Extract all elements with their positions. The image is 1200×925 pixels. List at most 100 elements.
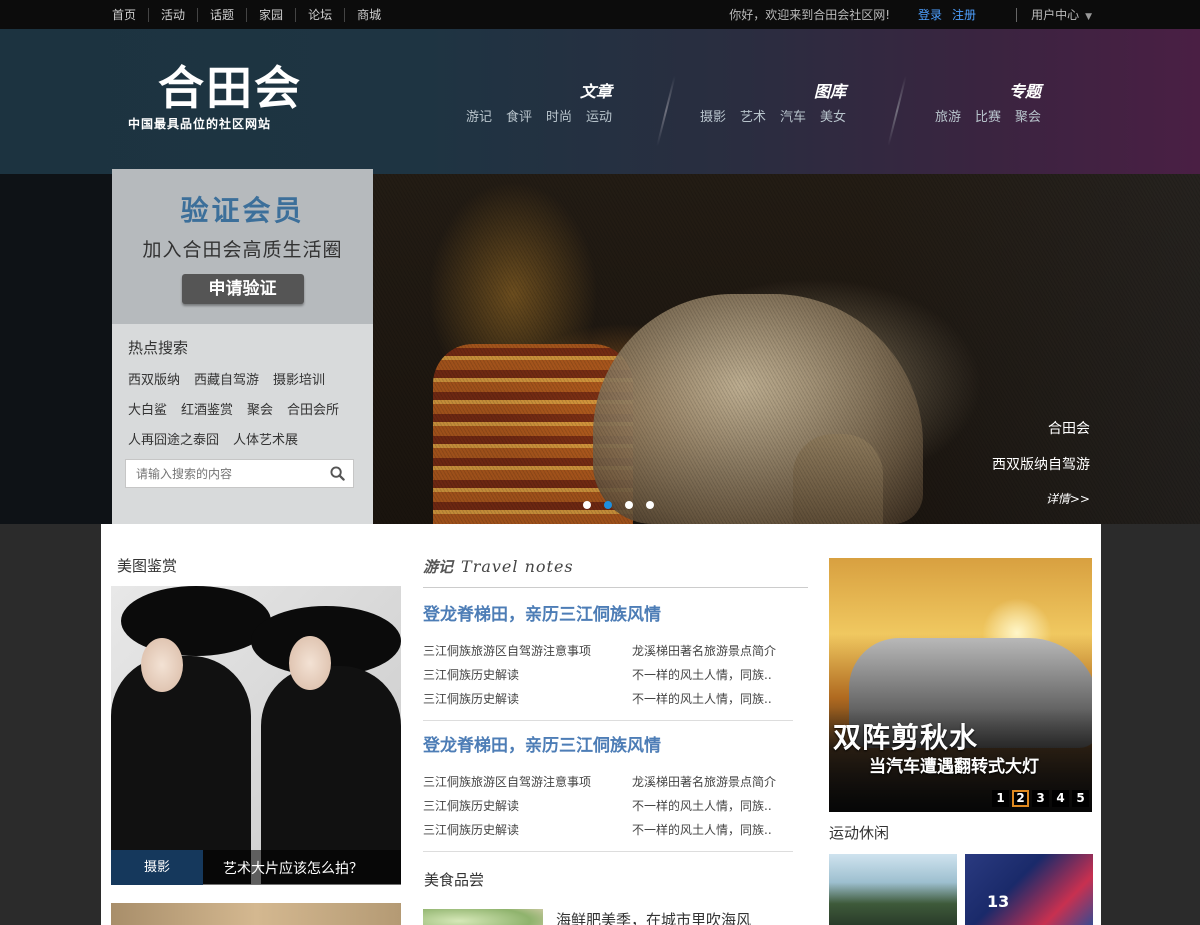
search-input[interactable] bbox=[126, 460, 316, 487]
site-header: 合田会 中国最具品位的社区网站 文章 游记 食评 时尚 运动 图库 摄影 艺术 … bbox=[0, 29, 1200, 174]
slide-dot[interactable] bbox=[625, 501, 633, 509]
nav-divider bbox=[887, 76, 907, 146]
article-link[interactable]: 三江侗族历史解读 bbox=[423, 666, 519, 683]
nav-link-fashion[interactable]: 时尚 bbox=[546, 106, 572, 125]
article-link[interactable]: 不一样的风土人情，同族.. bbox=[632, 690, 772, 707]
food-section-title: 美食品尝 bbox=[424, 871, 485, 889]
pager-button-active[interactable]: 2 bbox=[1012, 790, 1029, 807]
top-nav-events[interactable]: 活动 bbox=[148, 7, 197, 22]
slide-dot[interactable] bbox=[646, 501, 654, 509]
slide-dot-active[interactable] bbox=[604, 501, 612, 509]
sports-thumbnail[interactable]: 13 bbox=[965, 854, 1093, 925]
apply-verification-button[interactable]: 申请验证 bbox=[181, 274, 304, 304]
sports-section-title: 运动休闲 bbox=[829, 824, 890, 842]
top-nav-topics[interactable]: 话题 bbox=[197, 7, 246, 22]
list-item: 三江侗族历史解读 不一样的风土人情，同族.. bbox=[423, 821, 793, 845]
nav-link-contests[interactable]: 比赛 bbox=[975, 106, 1001, 125]
hero-slide-dots bbox=[583, 501, 654, 509]
top-nav-home-garden[interactable]: 家园 bbox=[246, 7, 295, 22]
hot-search-link[interactable]: 聚会 bbox=[247, 399, 273, 418]
pager-button[interactable]: 5 bbox=[1072, 790, 1089, 807]
hero-caption-subtitle: 西双版纳自驾游 bbox=[992, 457, 1090, 473]
article-link[interactable]: 不一样的风土人情，同族.. bbox=[632, 797, 772, 814]
top-nav-shop[interactable]: 商城 bbox=[344, 7, 393, 22]
hot-search-link[interactable]: 摄影培训 bbox=[273, 369, 325, 388]
top-nav-home[interactable]: 首页 bbox=[100, 8, 148, 22]
beauty-section-title: 美图鉴赏 bbox=[117, 557, 178, 575]
hot-search-link[interactable]: 西藏自驾游 bbox=[194, 369, 259, 388]
car-feature-image[interactable]: 双阵剪秋水 当汽车遭遇翻转式大灯 bbox=[829, 558, 1092, 812]
nav-link-gatherings[interactable]: 聚会 bbox=[1015, 106, 1041, 125]
nav-group-title: 专题 bbox=[1009, 82, 1042, 101]
car-slide-pager: 1 2 3 4 5 bbox=[992, 790, 1089, 807]
nav-group-title: 文章 bbox=[580, 82, 613, 101]
car-subheadline: 当汽车遭遇翻转式大灯 bbox=[869, 757, 1039, 777]
nav-link-sports[interactable]: 运动 bbox=[586, 106, 612, 125]
login-link[interactable]: 登录 bbox=[918, 6, 942, 23]
hero-caption: 合田会 西双版纳自驾游 详情>> bbox=[992, 418, 1090, 507]
nav-divider bbox=[656, 76, 676, 146]
pager-button[interactable]: 1 bbox=[992, 790, 1009, 807]
nav-link-food-reviews[interactable]: 食评 bbox=[506, 106, 532, 125]
list-item: 三江侗族历史解读 不一样的风土人情，同族.. bbox=[423, 797, 793, 821]
beauty-feature-image[interactable] bbox=[111, 586, 401, 884]
hot-search-link[interactable]: 合田会所 bbox=[287, 399, 339, 418]
nav-link-photography[interactable]: 摄影 bbox=[700, 106, 726, 125]
article-link[interactable]: 三江侗族历史解读 bbox=[423, 797, 519, 814]
pager-button[interactable]: 3 bbox=[1032, 790, 1049, 807]
nav-link-travel-notes[interactable]: 游记 bbox=[466, 106, 492, 125]
article-links: 三江侗族旅游区自驾游注意事项 龙溪梯田著名旅游景点简介 三江侗族历史解读 不一样… bbox=[423, 773, 793, 845]
article-link[interactable]: 不一样的风土人情，同族.. bbox=[632, 666, 772, 683]
logo-tagline: 中国最具品位的社区网站 bbox=[128, 117, 272, 131]
nav-group-gallery: 图库 摄影 艺术 汽车 美女 bbox=[700, 78, 846, 125]
hero-banner: 验证会员 加入合田会高质生活圈 申请验证 热点搜索 西双版纳 西藏自驾游 摄影培… bbox=[0, 169, 1200, 524]
beauty-secondary-image[interactable] bbox=[111, 903, 401, 925]
hot-search-link[interactable]: 人再囧途之泰囧 bbox=[128, 429, 219, 448]
article-link[interactable]: 龙溪梯田著名旅游景点简介 bbox=[632, 773, 776, 790]
hot-search-link[interactable]: 西双版纳 bbox=[128, 369, 180, 388]
list-item: 三江侗族旅游区自驾游注意事项 龙溪梯田著名旅游景点简介 bbox=[423, 642, 793, 666]
category-tag[interactable]: 摄影 bbox=[111, 850, 203, 885]
verify-subtitle: 加入合田会高质生活圈 bbox=[142, 239, 343, 261]
article-headline[interactable]: 登龙脊梯田，亲历三江侗族风情 bbox=[423, 736, 661, 756]
user-center-menu[interactable]: 用户中心 ▼ bbox=[1031, 6, 1092, 23]
hero-details-link[interactable]: 详情>> bbox=[992, 490, 1090, 507]
nav-link-tourism[interactable]: 旅游 bbox=[935, 106, 961, 125]
article-link[interactable]: 三江侗族历史解读 bbox=[423, 821, 519, 838]
nav-link-beauty[interactable]: 美女 bbox=[820, 106, 846, 125]
article-headline[interactable]: 登龙脊梯田，亲历三江侗族风情 bbox=[423, 605, 661, 625]
register-link[interactable]: 注册 bbox=[952, 6, 976, 23]
article-link[interactable]: 不一样的风土人情，同族.. bbox=[632, 821, 772, 838]
search-icon[interactable] bbox=[330, 466, 345, 481]
hot-search-link[interactable]: 红酒鉴赏 bbox=[181, 399, 233, 418]
hot-search-title: 热点搜索 bbox=[128, 339, 189, 357]
article-link[interactable]: 龙溪梯田著名旅游景点简介 bbox=[632, 642, 776, 659]
hot-search-link[interactable]: 大白鲨 bbox=[128, 399, 167, 418]
pager-button[interactable]: 4 bbox=[1052, 790, 1069, 807]
article-link[interactable]: 三江侗族历史解读 bbox=[423, 690, 519, 707]
chevron-down-icon: ▼ bbox=[1085, 12, 1092, 22]
top-nav-forum[interactable]: 论坛 bbox=[295, 7, 344, 22]
beauty-caption-bar[interactable]: 摄影 艺术大片应该怎么拍？ bbox=[111, 850, 401, 885]
nav-group-title: 图库 bbox=[814, 82, 847, 101]
nav-link-art[interactable]: 艺术 bbox=[740, 106, 766, 125]
slide-dot[interactable] bbox=[583, 501, 591, 509]
image-detail bbox=[121, 586, 271, 656]
site-logo[interactable]: 合田会 中国最具品位的社区网站 bbox=[128, 62, 308, 132]
image-detail bbox=[289, 636, 331, 690]
hot-search-link[interactable]: 人体艺术展 bbox=[233, 429, 298, 448]
nav-link-cars[interactable]: 汽车 bbox=[780, 106, 806, 125]
verify-member-panel: 验证会员 加入合田会高质生活圈 申请验证 bbox=[112, 169, 373, 324]
article-links: 三江侗族旅游区自驾游注意事项 龙溪梯田著名旅游景点简介 三江侗族历史解读 不一样… bbox=[423, 642, 793, 714]
article-link[interactable]: 三江侗族旅游区自驾游注意事项 bbox=[423, 642, 591, 659]
nav-group-articles: 文章 游记 食评 时尚 运动 bbox=[466, 78, 612, 125]
article-block: 登龙脊梯田，亲历三江侗族风情 三江侗族旅游区自驾游注意事项 龙溪梯田著名旅游景点… bbox=[423, 731, 793, 852]
food-thumbnail[interactable] bbox=[423, 909, 543, 925]
sports-thumbnail[interactable] bbox=[829, 854, 957, 925]
hero-caption-title: 合田会 bbox=[1048, 421, 1090, 437]
article-link[interactable]: 三江侗族旅游区自驾游注意事项 bbox=[423, 773, 591, 790]
verify-title: 验证会员 bbox=[180, 194, 305, 227]
search-box bbox=[125, 459, 354, 488]
jersey-number: 13 bbox=[987, 892, 1010, 911]
food-article-link[interactable]: 海鲜肥美季，在城市里吹海风 bbox=[556, 909, 751, 925]
